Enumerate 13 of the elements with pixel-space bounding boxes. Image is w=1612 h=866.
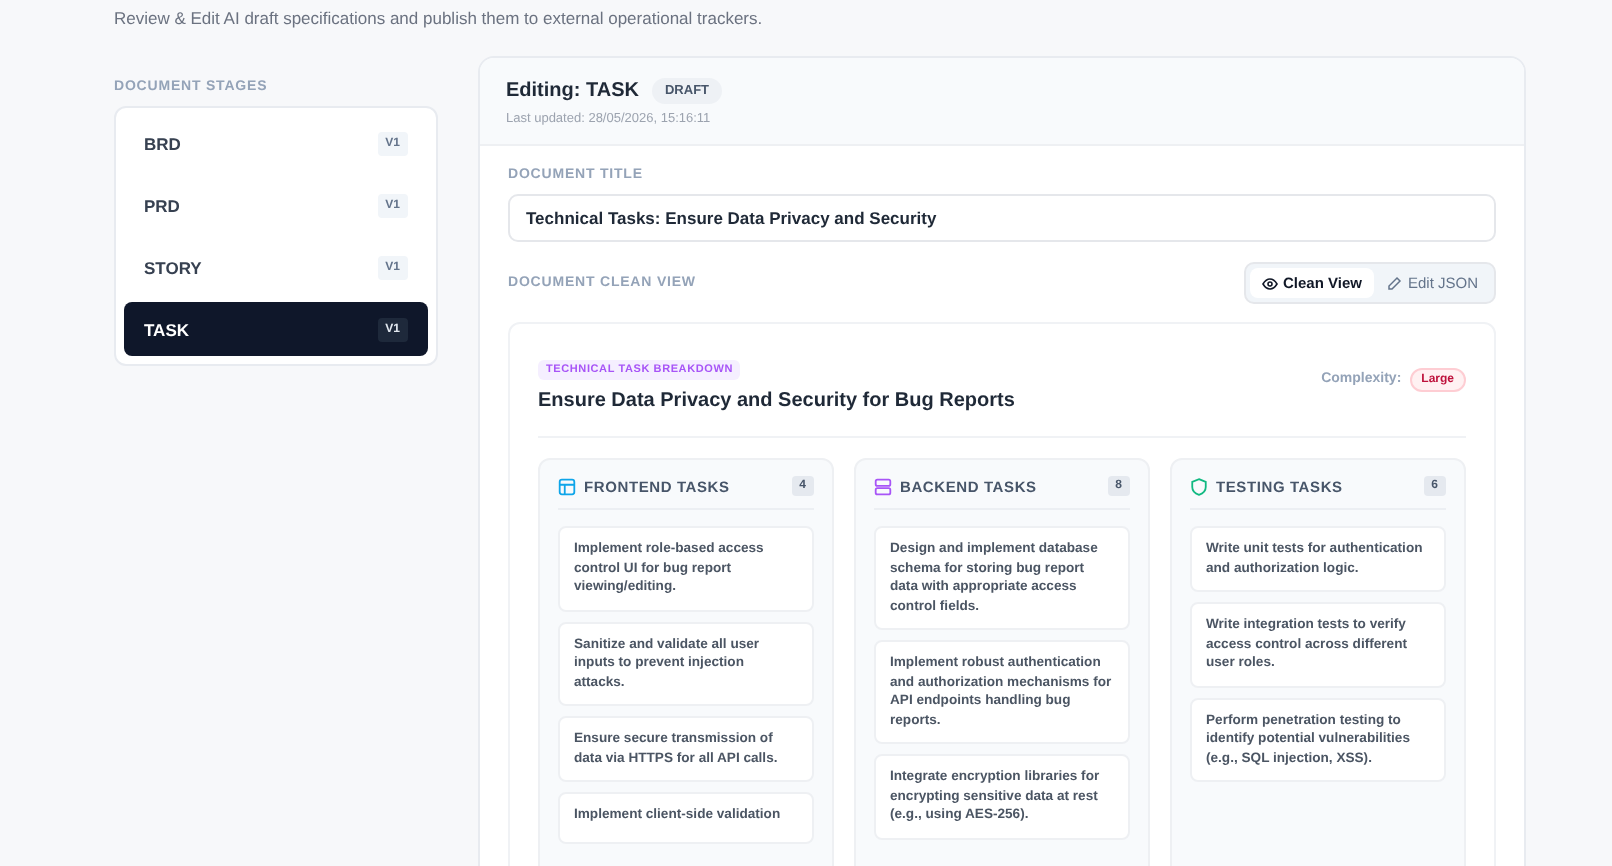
stage-label: PRD [144,195,180,215]
shield-icon [1190,477,1208,495]
pencil-icon [1385,275,1402,291]
stage-label: TASK [144,319,190,339]
title-field[interactable]: Technical Tasks: Ensure Data Privacy and Security [508,194,1496,242]
layout-icon [558,477,576,495]
document-heading: Ensure Data Privacy and Security for Bug Reports [538,390,1015,412]
server-icon [874,477,892,495]
editor-title: Editing: TASK [506,80,639,102]
page-subtitle: Review & Edit AI draft specifications and publish them to external operational trackers. [114,8,765,32]
eye-icon [1261,275,1278,291]
stage-label: BRD [144,133,181,153]
stage-label: STORY [144,257,202,277]
